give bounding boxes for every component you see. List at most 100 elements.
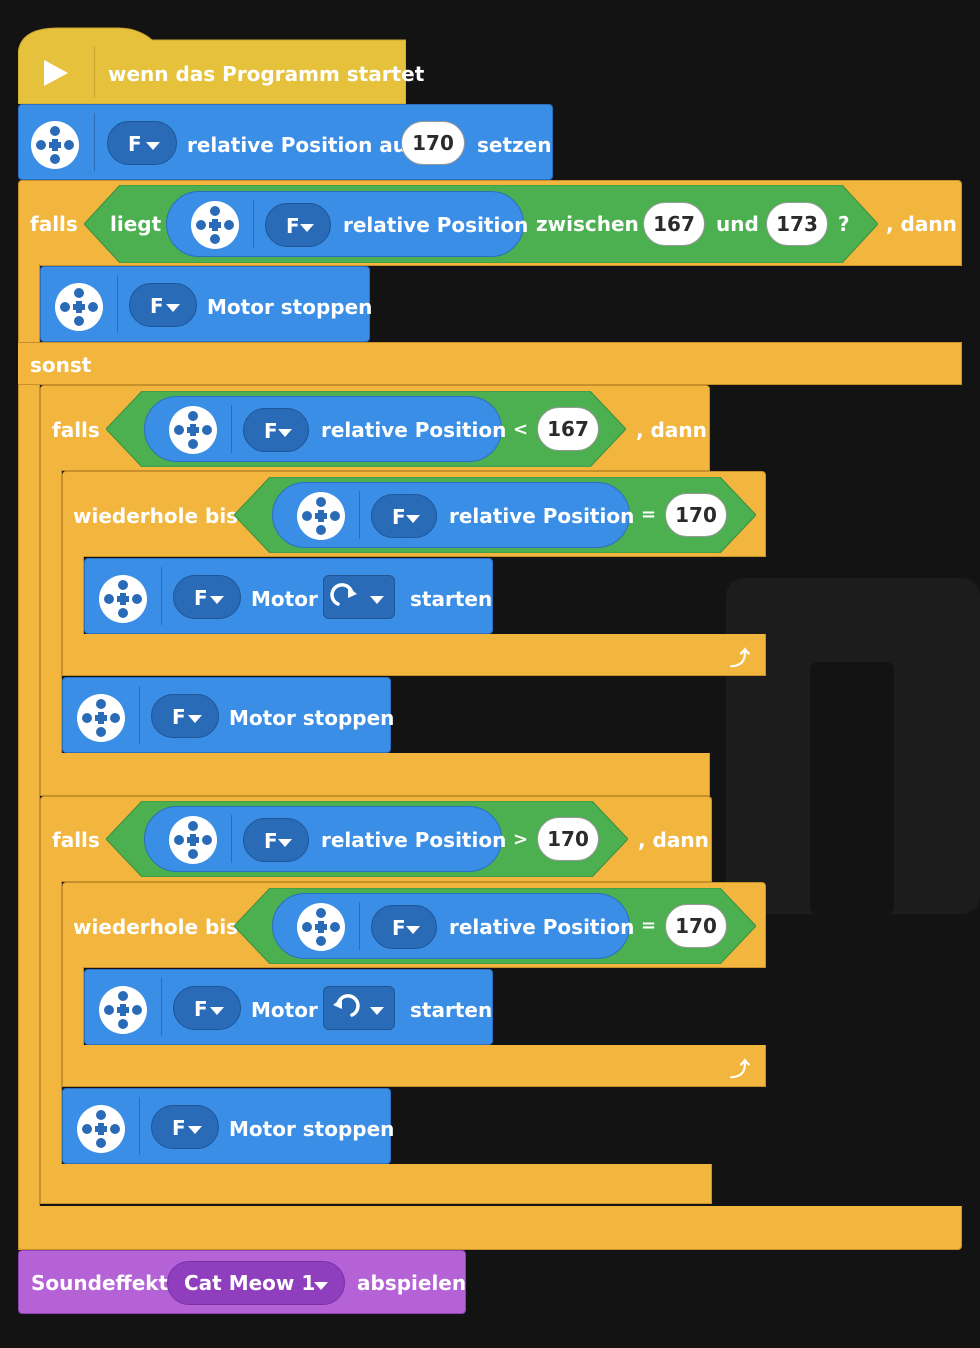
compare-input[interactable]: 170 (537, 817, 599, 861)
port-value: F (392, 916, 406, 940)
compare-input[interactable]: 167 (537, 407, 599, 451)
direction-dropdown[interactable] (323, 575, 395, 619)
motor-icon (31, 121, 79, 169)
dropdown-arrow-icon (278, 429, 292, 437)
port-dropdown[interactable]: F (173, 575, 241, 619)
dropdown-arrow-icon (370, 1007, 384, 1015)
port-dropdown[interactable]: F (371, 494, 437, 538)
repeat-until-arm (62, 967, 84, 1047)
port-dropdown[interactable]: F (151, 694, 219, 738)
block-text: Motor stoppen (229, 1117, 395, 1141)
repeat-until-label: wiederhole bis (73, 504, 239, 528)
if-else-footer (18, 1206, 962, 1250)
relative-position-reporter[interactable]: F relative Position (272, 482, 634, 548)
port-dropdown[interactable]: F (243, 408, 309, 452)
motor-icon (297, 903, 345, 951)
and-label: und (716, 212, 759, 236)
port-value: F (150, 294, 164, 318)
direction-dropdown[interactable] (323, 986, 395, 1030)
port-dropdown[interactable]: F (173, 986, 241, 1030)
motor-label: Motor (251, 587, 318, 611)
block-text: Soundeffekt (31, 1271, 169, 1295)
clockwise-icon (330, 583, 357, 606)
operator-label: > (513, 829, 529, 850)
dropdown-arrow-icon (406, 926, 420, 934)
motor-icon (77, 1105, 125, 1153)
between-label: zwischen (536, 212, 639, 236)
icon-separator (94, 113, 95, 171)
motor-stop-block[interactable]: F Motor stoppen (62, 1088, 395, 1164)
motor-icon (169, 816, 217, 864)
port-dropdown[interactable]: F (371, 905, 437, 949)
icon-separator (161, 978, 162, 1036)
dropdown-arrow-icon (188, 715, 202, 723)
dropdown-arrow-icon (166, 304, 180, 312)
port-dropdown[interactable]: F (129, 283, 197, 327)
port-value: F (128, 132, 142, 156)
block-text: Motor stoppen (229, 706, 395, 730)
motor-stop-block[interactable]: F Motor stoppen (40, 266, 372, 342)
lies-label: liegt (110, 212, 162, 236)
loop-arrow-icon: ⤴ (730, 646, 750, 670)
then-label: , dann (886, 212, 957, 236)
relative-position-reporter[interactable]: F relative Position (144, 396, 506, 462)
dropdown-arrow-icon (278, 839, 292, 847)
port-dropdown[interactable]: F (151, 1105, 219, 1149)
else-label: sonst (30, 353, 92, 377)
reporter-label: relative Position (321, 418, 507, 442)
reporter-label: relative Position (321, 828, 507, 852)
port-dropdown[interactable]: F (107, 121, 177, 165)
port-value: F (286, 214, 300, 238)
port-value: F (172, 1116, 186, 1140)
repeat-until-arm (62, 556, 84, 636)
operator-label: < (513, 419, 529, 440)
motor-stop-block[interactable]: F Motor stoppen (62, 677, 395, 753)
dropdown-arrow-icon (210, 1007, 224, 1015)
low-input[interactable]: 167 (643, 202, 705, 246)
hat-shape (18, 27, 406, 104)
sound-dropdown[interactable]: Cat Meow 1 (167, 1261, 345, 1305)
if-block-footer (40, 1164, 712, 1204)
dropdown-arrow-icon (300, 224, 314, 232)
icon-separator (139, 686, 140, 744)
then-label: , dann (638, 828, 709, 852)
repeat-until-label: wiederhole bis (73, 915, 239, 939)
then-label: , dann (636, 418, 707, 442)
motor-start-block[interactable]: F Motor starten (84, 558, 493, 634)
icon-separator (359, 902, 360, 950)
operator-label: = (641, 504, 657, 525)
play-sound-block[interactable]: Soundeffekt Cat Meow 1 abspielen (18, 1250, 466, 1314)
position-input[interactable]: 170 (401, 121, 465, 165)
motor-icon (77, 694, 125, 742)
block-text-end: abspielen (357, 1271, 467, 1295)
icon-separator (231, 815, 232, 863)
relative-position-reporter[interactable]: F relative Position (272, 893, 634, 959)
counterclockwise-icon (333, 994, 360, 1017)
if-block-footer (40, 753, 710, 796)
icon-separator (231, 405, 232, 453)
reporter-label: relative Position (449, 504, 635, 528)
if-label: falls (30, 212, 78, 236)
dropdown-arrow-icon (370, 596, 384, 604)
high-input[interactable]: 173 (766, 202, 828, 246)
motor-icon (99, 986, 147, 1034)
icon-separator (359, 491, 360, 539)
port-dropdown[interactable]: F (243, 818, 309, 862)
icon-separator (253, 200, 254, 248)
port-dropdown[interactable]: F (265, 203, 331, 247)
loop-arrow-icon: ⤴ (730, 1057, 750, 1081)
compare-input[interactable]: 170 (665, 493, 727, 537)
compare-input[interactable]: 170 (665, 904, 727, 948)
block-text: relative Position auf (187, 133, 416, 157)
relative-position-reporter[interactable]: F relative Position (144, 806, 506, 872)
dropdown-arrow-icon (406, 515, 420, 523)
dropdown-arrow-icon (210, 596, 224, 604)
hat-label: wenn das Programm startet (108, 62, 425, 86)
set-relative-position-block[interactable]: F relative Position auf 170 setzen (18, 104, 553, 180)
motor-icon (191, 201, 239, 249)
block-text-end: starten (410, 587, 493, 611)
port-value: F (172, 705, 186, 729)
motor-start-block[interactable]: F Motor starten (84, 969, 493, 1045)
motor-icon (169, 406, 217, 454)
relative-position-reporter[interactable]: F relative Position (166, 191, 528, 257)
